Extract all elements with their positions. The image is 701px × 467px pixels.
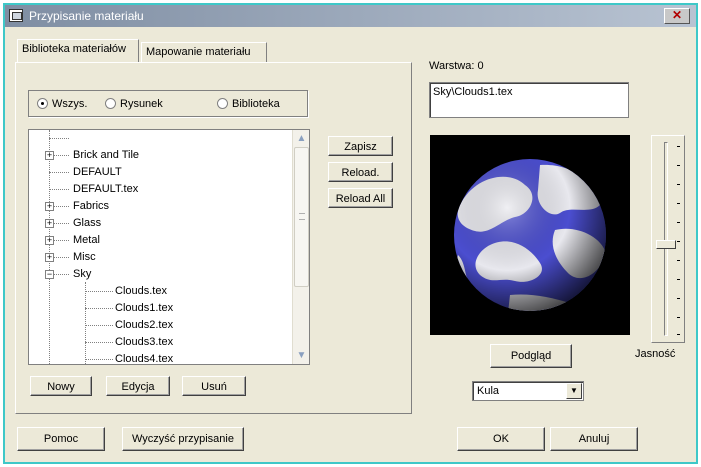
scroll-thumb[interactable] xyxy=(294,147,309,287)
slider-tick xyxy=(677,165,680,166)
radio-drawing-indicator xyxy=(105,98,116,109)
slider-tick xyxy=(677,146,680,147)
radio-all-indicator xyxy=(37,98,48,109)
slider-tick xyxy=(677,279,680,280)
radio-drawing-label: Rysunek xyxy=(120,98,163,110)
slider-tick xyxy=(677,260,680,261)
tree-guide-root xyxy=(49,130,50,364)
tree-item-label: Misc xyxy=(73,251,96,263)
filter-radio-group: Wszys. Rysunek Biblioteka xyxy=(28,90,308,117)
save-button[interactable]: Zapisz xyxy=(328,136,393,156)
radio-library[interactable]: Biblioteka xyxy=(217,98,280,112)
slider-tick xyxy=(677,317,680,318)
slider-tick xyxy=(677,241,680,242)
tree-connector xyxy=(85,359,113,360)
tree-guide-sky xyxy=(85,282,86,364)
tree-connector xyxy=(49,172,69,173)
sphere-preview-image xyxy=(454,159,606,311)
material-tree[interactable]: + Brick and Tile DEFAULT DEFAULT.tex + F… xyxy=(28,129,310,365)
chevron-down-icon[interactable]: ▼ xyxy=(566,383,582,399)
title-bar[interactable]: Przypisanie materiału ✕ xyxy=(5,5,696,27)
close-button[interactable]: ✕ xyxy=(664,8,690,24)
shape-select-value: Kula xyxy=(477,385,500,397)
delete-button[interactable]: Usuń xyxy=(182,376,246,396)
new-button[interactable]: Nowy xyxy=(30,376,92,396)
scroll-up-icon[interactable]: ▲ xyxy=(294,131,309,146)
preview-button[interactable]: Podgląd xyxy=(490,344,572,368)
shape-select[interactable]: Kula ▼ xyxy=(472,381,584,401)
slider-groove xyxy=(664,142,668,336)
clear-assignment-button[interactable]: Wyczyść przypisanie xyxy=(122,427,244,451)
slider-tick xyxy=(677,298,680,299)
tree-item-label: Brick and Tile xyxy=(73,149,140,161)
tree-item-label: Glass xyxy=(73,217,102,229)
edit-button[interactable]: Edycja xyxy=(106,376,170,396)
tree-connector xyxy=(85,308,113,309)
expand-icon[interactable]: + xyxy=(45,253,54,262)
tree-item-label: Metal xyxy=(73,234,100,246)
material-preview xyxy=(430,135,630,335)
radio-all[interactable]: Wszys. xyxy=(37,98,87,112)
tree-item-label: Clouds3.tex xyxy=(115,336,174,348)
radio-library-indicator xyxy=(217,98,228,109)
slider-tick xyxy=(677,222,680,223)
collapse-icon[interactable]: − xyxy=(45,270,54,279)
ok-button[interactable]: OK xyxy=(457,427,545,451)
tree-item-label: DEFAULT.tex xyxy=(73,183,139,195)
cancel-button[interactable]: Anuluj xyxy=(550,427,638,451)
reload-all-button[interactable]: Reload All xyxy=(328,188,393,208)
layer-label: Warstwa: 0 xyxy=(429,60,484,72)
tree-item-label: Sky xyxy=(73,268,92,280)
scroll-down-icon[interactable]: ▼ xyxy=(294,348,309,363)
tab-panel-library: Wszys. Rysunek Biblioteka + Brick and Ti… xyxy=(15,62,412,414)
window-title: Przypisanie materiału xyxy=(29,9,144,23)
reload-button[interactable]: Reload. xyxy=(328,162,393,182)
dialog-window: Przypisanie materiału ✕ Biblioteka mater… xyxy=(3,3,698,464)
tree-connector xyxy=(85,291,113,292)
material-path-field[interactable]: Sky\Clouds1.tex xyxy=(429,82,629,118)
tree-item-label: DEFAULT xyxy=(73,166,122,178)
expand-icon[interactable]: + xyxy=(45,219,54,228)
slider-tick xyxy=(677,184,680,185)
tree-scrollbar[interactable]: ▲ ▼ xyxy=(292,130,309,364)
tree-connector xyxy=(49,189,69,190)
radio-library-label: Biblioteka xyxy=(232,98,280,110)
tree-item-label: Clouds4.tex xyxy=(115,353,174,365)
slider-thumb[interactable] xyxy=(656,240,676,249)
tree-connector xyxy=(49,138,69,139)
tree-item-label: Clouds.tex xyxy=(115,285,167,297)
radio-drawing[interactable]: Rysunek xyxy=(105,98,163,112)
tree-item-label: Clouds2.tex xyxy=(115,319,174,331)
app-icon xyxy=(9,9,23,22)
tree-item-label: Clouds1.tex xyxy=(115,302,174,314)
tree-connector xyxy=(85,325,113,326)
tree-connector xyxy=(85,342,113,343)
tree-item-label: Fabrics xyxy=(73,200,110,212)
slider-tick xyxy=(677,203,680,204)
expand-icon[interactable]: + xyxy=(45,202,54,211)
slider-tick xyxy=(677,334,680,335)
radio-all-label: Wszys. xyxy=(52,98,88,110)
help-button[interactable]: Pomoc xyxy=(17,427,105,451)
tab-material-mapping[interactable]: Mapowanie materiału xyxy=(141,42,267,62)
expand-icon[interactable]: + xyxy=(45,236,54,245)
brightness-label: Jasność xyxy=(635,348,676,360)
tab-material-library[interactable]: Biblioteka materiałów xyxy=(17,39,139,62)
expand-icon[interactable]: + xyxy=(45,151,54,160)
brightness-slider[interactable] xyxy=(651,135,685,343)
